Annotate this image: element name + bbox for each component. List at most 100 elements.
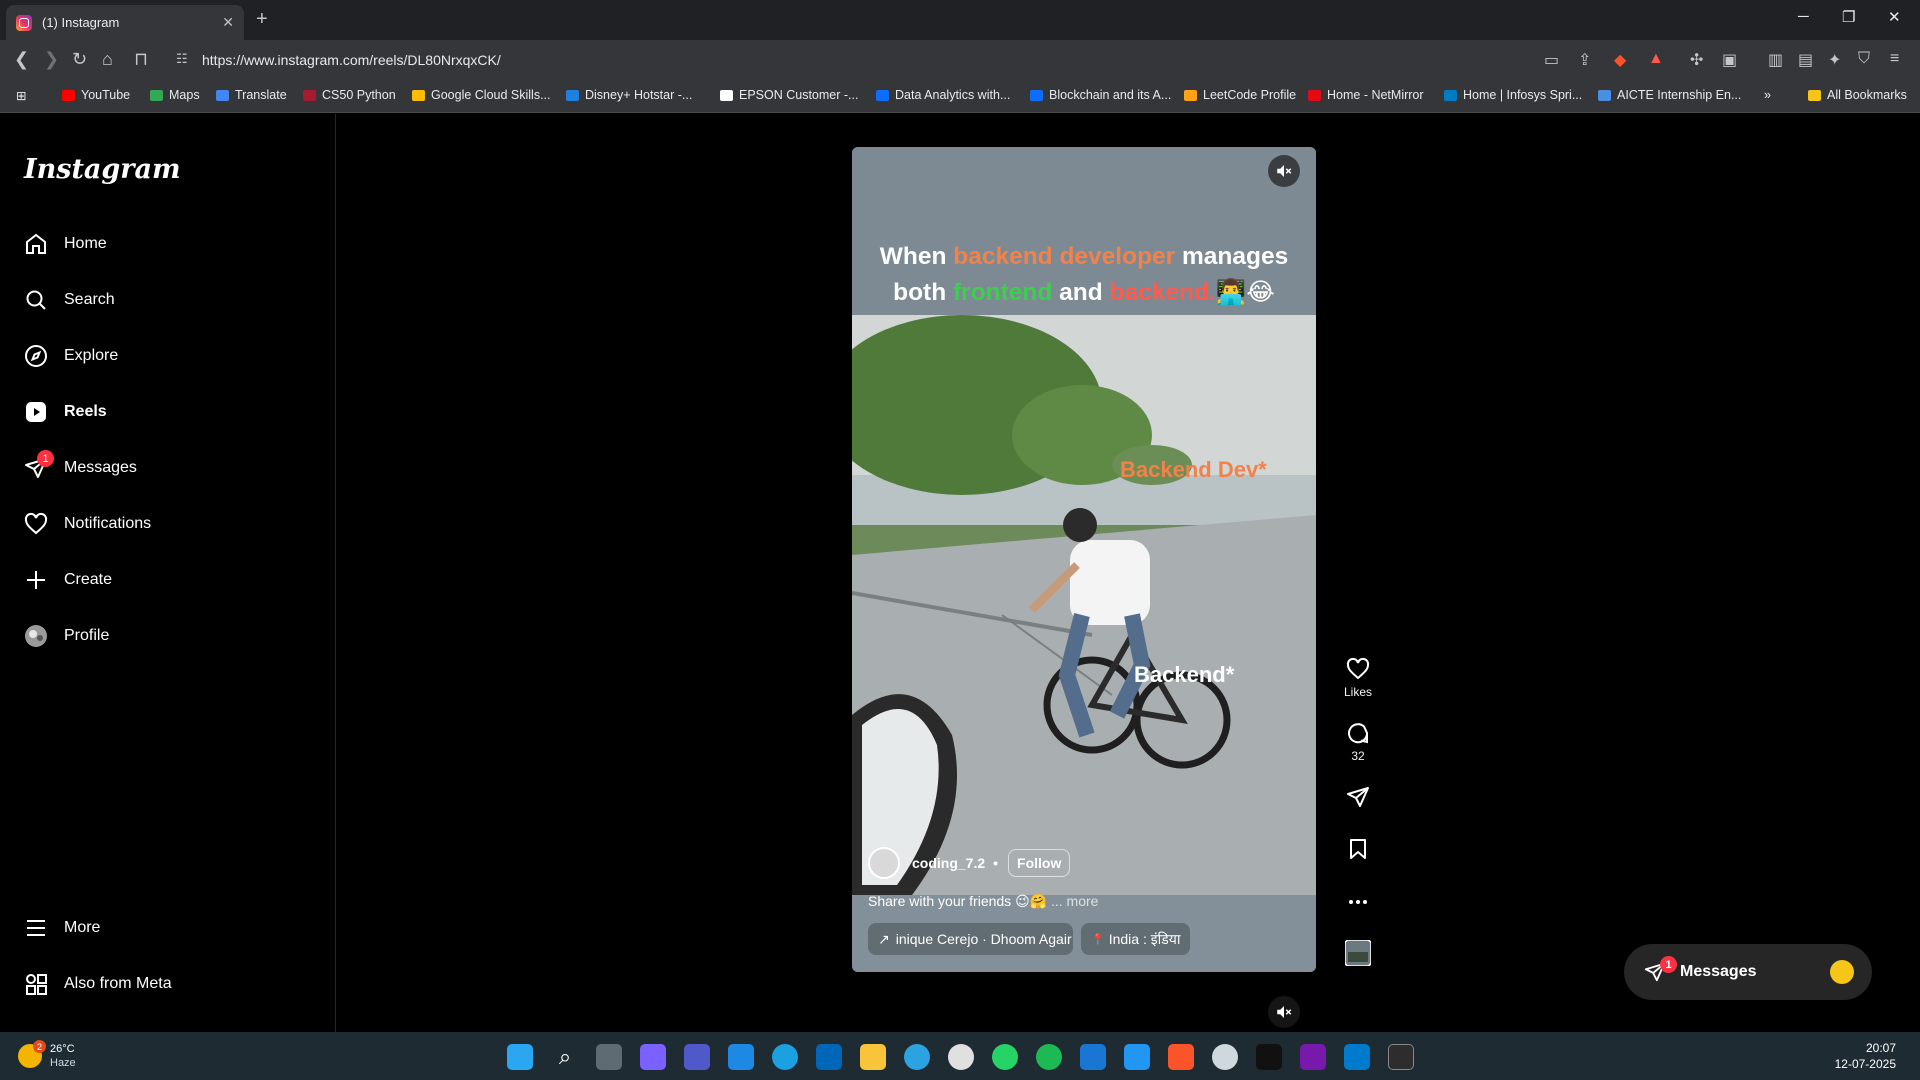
forward-icon[interactable]: ❯ <box>44 49 59 70</box>
screenshot-icon[interactable]: ▣ <box>1722 50 1737 70</box>
bookmark-youtube[interactable]: YouTube <box>62 88 130 102</box>
weather-widget[interactable]: 2 26°C Haze <box>18 1040 76 1070</box>
maps-icon <box>150 89 163 101</box>
author-username[interactable]: coding_7.2 <box>912 855 985 871</box>
mute-button[interactable] <box>1268 155 1300 187</box>
terminal-icon[interactable] <box>1388 1044 1414 1070</box>
mail-icon[interactable] <box>1080 1044 1106 1070</box>
task-view-icon[interactable] <box>596 1044 622 1070</box>
nav-reels[interactable]: Reels <box>24 396 107 428</box>
nav-also-from-meta[interactable]: Also from Meta <box>24 968 172 1000</box>
bookmark-hotstar[interactable]: Disney+ Hotstar -... <box>566 88 692 102</box>
site-info-icon[interactable]: ☷ <box>176 51 188 67</box>
leo-ai-icon[interactable]: ✦ <box>1828 50 1841 70</box>
address-bar[interactable]: ☷ https://www.instagram.com/reels/DL80Nr… <box>172 46 1532 74</box>
next-reel-mute-button[interactable] <box>1268 996 1300 1028</box>
browser-tab-instagram[interactable]: (1) Instagram ✕ <box>6 5 244 40</box>
reload-icon[interactable]: ↻ <box>72 49 87 70</box>
save-action[interactable] <box>1340 837 1376 865</box>
extensions-icon[interactable]: ✣ <box>1690 50 1703 70</box>
telegram-icon[interactable] <box>904 1044 930 1070</box>
edge-icon[interactable] <box>772 1044 798 1070</box>
location-chip[interactable]: 📍 India : इंडिया <box>1081 923 1191 955</box>
brave-browser-icon[interactable] <box>1168 1044 1194 1070</box>
apps-grid-icon[interactable]: ⊞ <box>16 88 26 103</box>
infosys-icon <box>1444 89 1457 101</box>
wallet-icon[interactable]: ▤ <box>1798 50 1813 70</box>
bookmark-aicte[interactable]: AICTE Internship En... <box>1598 88 1741 102</box>
nav-notifications[interactable]: Notifications <box>24 508 151 540</box>
teams-icon[interactable] <box>684 1044 710 1070</box>
bookmark-leetcode[interactable]: LeetCode Profile <box>1184 88 1296 102</box>
clock-date: 12-07-2025 <box>1834 1057 1896 1071</box>
onenote-icon[interactable] <box>1300 1044 1326 1070</box>
comment-action[interactable]: 32 <box>1340 721 1376 763</box>
nav-home[interactable]: Home <box>24 228 107 260</box>
instagram-logo[interactable]: Instagram <box>24 154 181 185</box>
caption-more-link[interactable]: ... more <box>1051 893 1098 909</box>
share-icon[interactable]: ⇪ <box>1578 50 1591 70</box>
taskbar-search-icon[interactable]: ⌕ <box>552 1044 578 1070</box>
reel-video[interactable]: When backend developer manages both fron… <box>852 147 1316 972</box>
adobe-acrobat-icon[interactable] <box>1256 1044 1282 1070</box>
minimize-icon[interactable]: ─ <box>1798 8 1809 25</box>
new-tab-icon[interactable]: + <box>256 8 268 31</box>
backend-dev-label: Backend Dev* <box>1120 457 1267 482</box>
author-avatar[interactable] <box>868 847 900 879</box>
reels-icon <box>24 400 48 424</box>
home-icon[interactable]: ⌂ <box>102 49 113 70</box>
system-clock[interactable]: 20:07 12-07-2025 <box>1835 1040 1896 1072</box>
cast-icon[interactable]: ▭ <box>1544 50 1559 70</box>
whatsapp-icon[interactable] <box>992 1044 1018 1070</box>
vscode-icon[interactable] <box>1344 1044 1370 1070</box>
file-explorer-icon[interactable] <box>860 1044 886 1070</box>
brave-shield-icon[interactable]: ◆ <box>1614 50 1626 70</box>
tab-close-icon[interactable]: ✕ <box>222 14 234 31</box>
messages-floating-button[interactable]: 1 Messages <box>1624 944 1872 1000</box>
copilot-icon[interactable] <box>640 1044 666 1070</box>
caption-text: Share with your friends 😉🤗 <box>868 893 1048 909</box>
nav-search[interactable]: Search <box>24 284 115 316</box>
bookmark-google-cloud[interactable]: Google Cloud Skills... <box>412 88 551 102</box>
media-player-icon[interactable] <box>948 1044 974 1070</box>
follow-button[interactable]: Follow <box>1008 849 1071 877</box>
share-action[interactable] <box>1340 785 1376 813</box>
all-bookmarks[interactable]: All Bookmarks <box>1808 88 1907 102</box>
nav-create[interactable]: Create <box>24 564 112 596</box>
audio-chip[interactable]: ↗ inique Cerejo · Dhoom Agair <box>868 923 1073 955</box>
bookmark-maps[interactable]: Maps <box>150 88 200 102</box>
vpn-icon[interactable]: ⛉ <box>1858 50 1870 68</box>
spotify-icon[interactable] <box>1036 1044 1062 1070</box>
more-options-action[interactable] <box>1340 890 1376 918</box>
menu-icon[interactable]: ≡ <box>1890 50 1899 68</box>
sidebar-icon[interactable]: ▥ <box>1768 50 1783 70</box>
audio-thumbnail-action[interactable] <box>1340 940 1376 970</box>
like-action[interactable]: Likes <box>1340 657 1376 699</box>
clock-app-icon[interactable] <box>1212 1044 1238 1070</box>
bookmark-blockchain[interactable]: Blockchain and its A... <box>1030 88 1171 102</box>
more-bookmarks-icon[interactable]: » <box>1764 88 1771 102</box>
restore-icon[interactable]: ❐ <box>1842 8 1855 26</box>
windows-start-icon[interactable] <box>507 1044 533 1070</box>
todo-icon[interactable] <box>1124 1044 1150 1070</box>
widgets-icon[interactable] <box>728 1044 754 1070</box>
store-icon[interactable] <box>816 1044 842 1070</box>
nav-more[interactable]: More <box>24 912 100 944</box>
nav-profile[interactable]: Profile <box>24 620 109 652</box>
bookmark-cs50[interactable]: CS50 Python <box>303 88 396 102</box>
likes-label: Likes <box>1343 685 1372 699</box>
bookmark-translate[interactable]: Translate <box>216 88 287 102</box>
page-scrollbar[interactable] <box>1905 114 1920 1032</box>
nav-messages[interactable]: 1 Messages <box>24 450 137 484</box>
bookmark-data-analytics[interactable]: Data Analytics with... <box>876 88 1010 102</box>
bookmark-netmirror[interactable]: Home - NetMirror <box>1308 88 1424 102</box>
nav-explore[interactable]: Explore <box>24 340 118 372</box>
bookmark-page-icon[interactable]: ⊓ <box>134 49 148 70</box>
brave-rewards-icon[interactable]: ▲ <box>1648 50 1664 68</box>
next-reel-preview[interactable] <box>852 986 1316 1032</box>
ellipsis-icon <box>1340 890 1376 914</box>
bookmark-epson[interactable]: EPSON Customer -... <box>720 88 858 102</box>
back-icon[interactable]: ❮ <box>14 49 29 70</box>
window-close-icon[interactable]: ✕ <box>1888 8 1901 26</box>
bookmark-infosys[interactable]: Home | Infosys Spri... <box>1444 88 1582 102</box>
